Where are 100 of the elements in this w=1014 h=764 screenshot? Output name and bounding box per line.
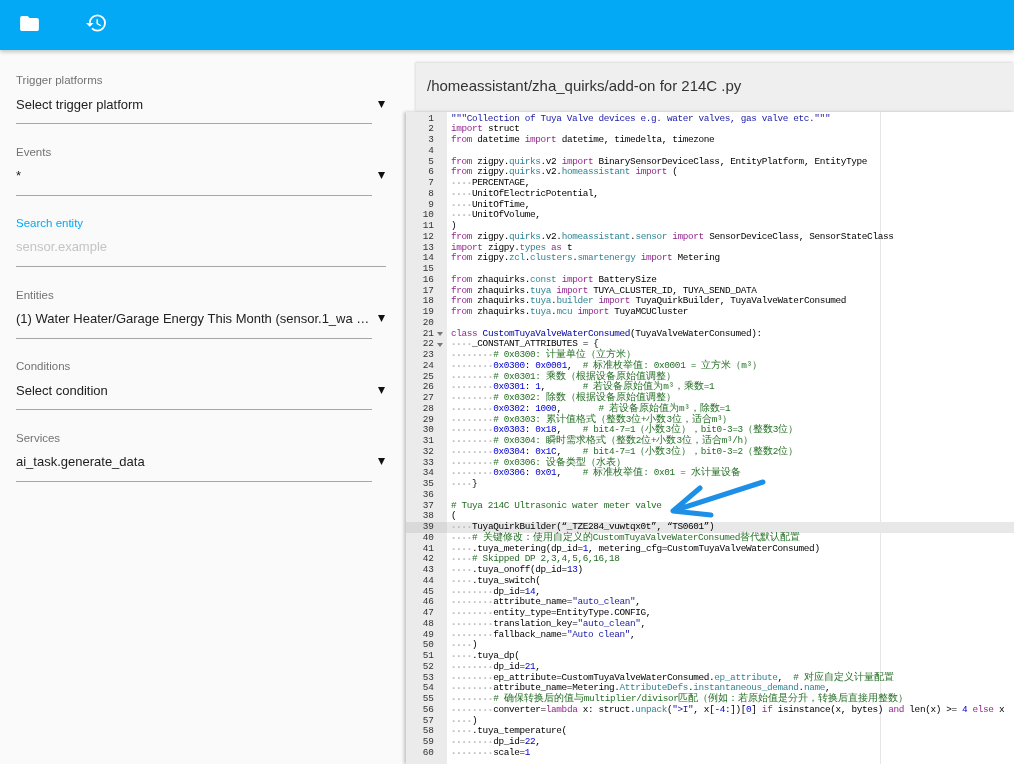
line-number: 8 — [428, 188, 434, 200]
line-number: 14 — [422, 253, 434, 264]
history-icon[interactable] — [86, 14, 106, 32]
code-line: ) — [451, 639, 478, 651]
line-number: 37 — [422, 500, 434, 512]
code-line: dp_id=22, — [451, 736, 541, 747]
code-line: 0x0300: 0x0001, # 标准枚举值: 0x0001 = 立方米（m³） — [451, 359, 762, 371]
code-line: .tuya_dp( — [451, 650, 520, 661]
field-label: Events — [16, 144, 52, 159]
line-number: 44 — [422, 575, 434, 587]
line-number: 4 — [428, 145, 434, 157]
code-line: """Collection of Tuya Valve devices e.g. water valves, gas valve etc.""" — [451, 112, 831, 124]
line-number: 15 — [422, 264, 434, 275]
line-number: 57 — [422, 715, 434, 727]
line-number: 42 — [422, 554, 434, 565]
code-line: attribute_name="auto_clean", — [451, 596, 641, 608]
line-number: 52 — [422, 661, 434, 673]
code-line: from zhaquirks.const import BatterySize — [451, 273, 657, 285]
line-number: 51 — [422, 651, 434, 662]
code-line: .tuya_onoff(dp_id=13) — [451, 564, 583, 575]
code-line: # Skipped DP 2,3,4,5,6,16,18 — [451, 553, 620, 565]
code-line: ep_attribute=CustomTuyaValveWaterConsumed.ep_attribute, # 对应自定义计量配置 — [451, 671, 894, 683]
code-line: .tuya_metering(dp_id=1, metering_cfg=CustomTuyaValveWaterConsumed) — [451, 542, 820, 554]
code-line: UnitOfElectricPotential, — [451, 187, 599, 199]
code-line: # 0x0301: 乘数（根据设备原始值调整） — [451, 370, 676, 382]
code-line: class CustomTuyaValveWaterConsumed(TuyaValveWaterConsumed): — [451, 327, 762, 339]
code-line: from zigpy.quirks.v2 import BinarySensorDeviceClass, EntityPlatform, EntityType — [451, 155, 868, 167]
code-line: from zhaquirks.tuya.mcu import TuyaMCUCluster — [451, 306, 689, 317]
line-number: 49 — [422, 629, 434, 641]
line-number: 30 — [422, 425, 434, 436]
code-line: from datetime import datetime, timedelta, timezone — [451, 134, 715, 145]
field-label: Services — [16, 430, 61, 445]
code-line: UnitOfTime, — [451, 198, 530, 210]
code-line: ) — [451, 220, 457, 231]
line-number: 21 — [422, 328, 434, 340]
code-line: translation_key="auto_clean", — [451, 617, 646, 629]
code-line: ( — [451, 510, 457, 522]
line-number: 23 — [422, 350, 434, 361]
file-path: /homeassistant/zha_quirks/add-on for 214C .py — [427, 77, 742, 94]
code-line: from zigpy.quirks.v2.homeassistant import ( — [451, 166, 678, 178]
line-number: 56 — [422, 704, 434, 716]
caret-down-icon[interactable] — [378, 386, 385, 394]
code-line: entity_type=EntityType.CONFIG, — [451, 607, 652, 618]
line-number: 48 — [422, 618, 434, 630]
line-number: 19 — [422, 307, 434, 318]
code-line: .tuya_temperature( — [451, 725, 567, 737]
line-number: 55 — [422, 694, 434, 705]
code-line: # 确保转换后的值与multiplier/divisor匹配（例如：若原始值是分升，转换后直接用整数） — [451, 693, 909, 704]
code-line: attribute_name=Metering.AttributeDefs.instantaneous_demand.name, — [451, 682, 831, 694]
code-line: 0x0304: 0x1C, # bit4-7=1（小数3位），bit0-3=2（整数2位） — [451, 445, 799, 457]
code-line: converter=lambda x: struct.unpack(">I", x[-4:])[0] if isinstance(x, bytes) and len(x) >= 4 else x — [451, 703, 1005, 715]
caret-down-icon[interactable] — [378, 172, 385, 179]
line-number: 25 — [422, 371, 434, 383]
line-number: 26 — [422, 382, 434, 393]
code-line: } — [451, 478, 478, 489]
code-line: 0x0301: 1, # 若设备原始值为m³，乘数=1 — [451, 381, 715, 393]
line-number: 24 — [422, 360, 434, 372]
line-number: 18 — [422, 296, 434, 307]
line-number: 9 — [428, 199, 434, 211]
code-line: .tuya_switch( — [451, 574, 541, 586]
code-line: TuyaQuirkBuilder(“_TZE284_vuwtqx0t”, “TS0601”) — [451, 521, 715, 532]
code-line: 0x0303: 0x18, # bit4-7=1（小数3位），bit0-3=3（整数3位） — [451, 424, 799, 436]
code-line: scale=1 — [451, 746, 531, 758]
code-line: _CONSTANT_ATTRIBUTES = { — [451, 338, 599, 350]
line-number: 54 — [422, 683, 434, 694]
caret-down-icon[interactable] — [378, 100, 385, 108]
folder-icon[interactable] — [20, 15, 39, 31]
caret-down-icon[interactable] — [378, 315, 385, 322]
code-line: 0x0306: 0x01, # 标准枚举值: 0x01 = 水计量设备 — [451, 467, 741, 479]
line-number: 40 — [422, 532, 434, 544]
line-number: 16 — [422, 274, 434, 286]
line-number: 10 — [422, 210, 434, 221]
fold-caret-icon[interactable] — [436, 342, 443, 347]
line-number: 38 — [422, 511, 434, 522]
code-line: from zhaquirks.tuya import TUYA_CLUSTER_ID, TUYA_SEND_DATA — [451, 284, 757, 296]
code-line: dp_id=21, — [451, 660, 541, 672]
line-number: 22 — [422, 339, 434, 350]
line-number: 20 — [422, 317, 434, 329]
fold-caret-icon[interactable] — [436, 331, 443, 336]
code-line: fallback_name="Auto clean", — [451, 628, 636, 640]
line-number: 32 — [422, 446, 434, 458]
line-number: 1 — [428, 113, 434, 125]
line-number: 34 — [422, 468, 434, 479]
field-label: Trigger platforms — [16, 73, 103, 87]
line-number: 41 — [422, 543, 434, 555]
caret-down-icon[interactable] — [378, 458, 385, 465]
code-line: 0x0302: 1000, # 若设备原始值为m³，除数=1 — [451, 402, 731, 414]
code-line: # Tuya 214C Ultrasonic water meter valve — [451, 499, 662, 511]
code-line: import zigpy.types as t — [451, 241, 573, 253]
line-number: 2 — [428, 124, 434, 135]
line-number: 31 — [422, 436, 434, 447]
code-line: # 0x0303: 累计值格式（整数3位+小数3位，适合m³） — [451, 413, 733, 425]
field-label: Conditions — [16, 359, 71, 373]
line-number: 60 — [422, 747, 434, 759]
code-line: # 关键修改：使用自定义的CustomTuyaValveWaterConsumed替代默认配置 — [451, 531, 801, 543]
line-number: 45 — [422, 586, 434, 598]
code-line: ) — [451, 714, 478, 726]
line-number: 28 — [422, 403, 434, 415]
code-line: from zigpy.zcl.clusters.smartenergy import Metering — [451, 252, 720, 264]
line-number: 29 — [422, 414, 434, 426]
